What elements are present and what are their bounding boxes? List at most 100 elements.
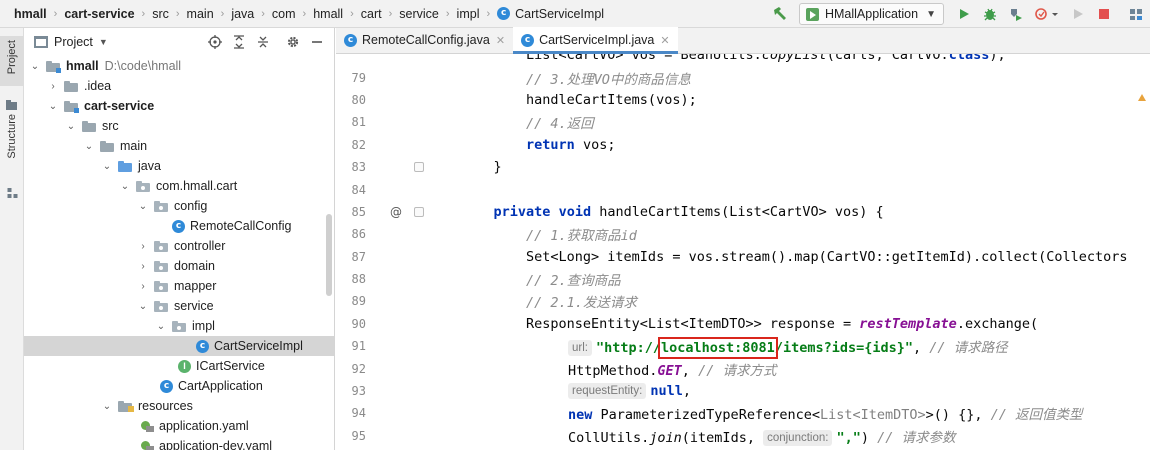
structure-tool-tab[interactable]: Structure [0,114,23,178]
tree-item-label: mapper [174,279,217,293]
tree-item-controller[interactable]: › controller [24,236,334,256]
breadcrumb-item[interactable]: impl [457,7,480,21]
line-number: 89 [351,294,366,309]
run-icon[interactable] [952,3,976,25]
tree-item-main[interactable]: ⌄ main [24,136,334,156]
spring-yaml-icon [140,420,154,432]
project-structure-icon[interactable] [1124,3,1148,25]
tree-item-domain[interactable]: › domain [24,256,334,276]
tree-item-remote-call-config[interactable]: c RemoteCallConfig [24,216,334,236]
run-disabled-icon[interactable] [1066,3,1090,25]
run-configuration-label: HMallApplication [824,7,919,21]
close-icon[interactable]: ✕ [660,34,669,47]
highlighted-host: localhost:8081 [658,337,778,360]
parameter-hint: conjunction: [763,429,833,446]
breadcrumb-item[interactable]: com [272,7,296,21]
parameter-hint: requestEntity: [568,383,647,400]
breadcrumb-separator: › [486,7,491,20]
debug-icon[interactable] [978,3,1002,25]
code-text: new ParameterizedTypeReference<List<Item… [568,407,1083,424]
run-configuration-select[interactable]: HMallApplication ▼ [798,3,944,25]
tree-item-resources[interactable]: ⌄ resources [24,396,334,416]
breadcrumb-label: CartServiceImpl [515,6,605,21]
project-scrollbar[interactable] [326,214,332,296]
tree-item-label: src [102,119,119,133]
warning-marker-icon[interactable] [1138,94,1146,101]
project-tool-tab[interactable]: Project [0,36,23,86]
code-text: CollUtils.join(itemIds, conjunction: ",")… [568,429,956,446]
chevron-right-icon[interactable]: › [136,281,150,292]
tree-item-label: RemoteCallConfig [190,219,292,233]
breadcrumb-item[interactable]: main [187,7,214,21]
chevron-down-icon[interactable]: ▼ [99,37,108,47]
breadcrumb-item[interactable]: java [231,7,254,21]
chevron-down-icon[interactable]: ⌄ [82,141,96,152]
chevron-right-icon[interactable]: › [136,241,150,252]
tree-item-cart-service-impl[interactable]: c CartServiceImpl [24,336,334,356]
code-line: 88 // 2.查询商品 [336,268,1150,290]
chevron-down-icon[interactable]: ⌄ [136,301,150,312]
breadcrumb-item[interactable]: cart [361,7,382,21]
build-hammer-icon[interactable] [769,3,791,25]
tree-item-package-cart[interactable]: ⌄ com.hmall.cart [24,176,334,196]
code-line: 93 requestEntity: null, [336,380,1150,402]
tree-item-src[interactable]: ⌄ src [24,116,334,136]
line-number: 93 [351,384,366,399]
tree-item-icart-service[interactable]: I ICartService [24,356,334,376]
project-view-select[interactable]: Project [54,35,93,49]
breadcrumb-item[interactable]: hmall [313,7,343,21]
chevron-down-icon[interactable]: ⌄ [100,401,114,412]
tree-item-hmall[interactable]: ⌄ hmall D:\code\hmall [24,56,334,76]
tab-remote-call-config[interactable]: c RemoteCallConfig.java ✕ [336,27,513,53]
hide-panel-icon[interactable] [306,31,328,53]
annotation-at-icon[interactable]: @ [390,205,402,219]
tree-item-java[interactable]: ⌄ java [24,156,334,176]
chevron-down-icon[interactable]: ⌄ [136,201,150,212]
code-line: 94 new ParameterizedTypeReference<List<I… [336,402,1150,424]
coverage-icon[interactable] [1004,3,1028,25]
editor-tabs: c RemoteCallConfig.java ✕ c CartServiceI… [336,27,1150,54]
tree-item-application-dev-yaml[interactable]: application-dev.yaml [24,436,334,450]
breadcrumb-item[interactable]: cart-service [64,7,134,21]
breadcrumb-item[interactable]: hmall [14,7,47,21]
tree-item-application-yaml[interactable]: application.yaml [24,416,334,436]
chevron-down-icon[interactable]: ⌄ [46,101,60,112]
tree-item-cart-application[interactable]: c CartApplication [24,376,334,396]
tree-item-idea[interactable]: › .idea [24,76,334,96]
code-comment: // 1.获取商品id [461,228,637,245]
fold-marker-icon[interactable] [414,206,424,217]
code-lines: List<CartVO> vos = BeanUtils.copyList(ca… [336,54,1150,447]
folder-icon [82,120,96,132]
code-line: 89 // 2.1.发送请求 [336,290,1150,312]
folder-icon [100,140,114,152]
chevron-down-icon[interactable]: ⌄ [118,181,132,192]
gear-icon[interactable] [282,31,304,53]
navigation-bar: hmall › cart-service › src › main › java… [0,0,1150,28]
chevron-right-icon[interactable]: › [136,261,150,272]
breadcrumb-separator: › [261,7,265,20]
breadcrumb-item[interactable]: service [399,7,439,21]
tree-item-cart-service[interactable]: ⌄ cart-service [24,96,334,116]
tree-item-label: java [138,159,161,173]
breadcrumb-item[interactable]: src [152,7,169,21]
chevron-down-icon[interactable]: ⌄ [154,321,168,332]
collapse-all-icon[interactable] [252,31,274,53]
chevron-right-icon[interactable]: › [46,81,60,92]
tree-item-mapper[interactable]: › mapper [24,276,334,296]
tree-item-service[interactable]: ⌄ service [24,296,334,316]
locate-file-icon[interactable] [204,31,226,53]
breadcrumb-item-class[interactable]: c CartServiceImpl [497,7,604,21]
chevron-down-icon[interactable]: ⌄ [64,121,78,132]
chevron-down-icon[interactable]: ⌄ [100,161,114,172]
tab-cart-service-impl[interactable]: c CartServiceImpl.java ✕ [513,27,678,54]
code-area[interactable]: List<CartVO> vos = BeanUtils.copyList(ca… [336,54,1150,450]
close-icon[interactable]: ✕ [496,34,505,47]
stop-icon[interactable] [1092,3,1116,25]
chevron-down-icon[interactable]: ⌄ [28,61,42,72]
tree-item-impl[interactable]: ⌄ impl [24,316,334,336]
expand-all-icon[interactable] [228,31,250,53]
profiler-icon[interactable] [1030,3,1064,25]
fold-marker-icon[interactable] [414,161,424,172]
tree-item-label: hmall [66,59,99,73]
tree-item-config[interactable]: ⌄ config [24,196,334,216]
